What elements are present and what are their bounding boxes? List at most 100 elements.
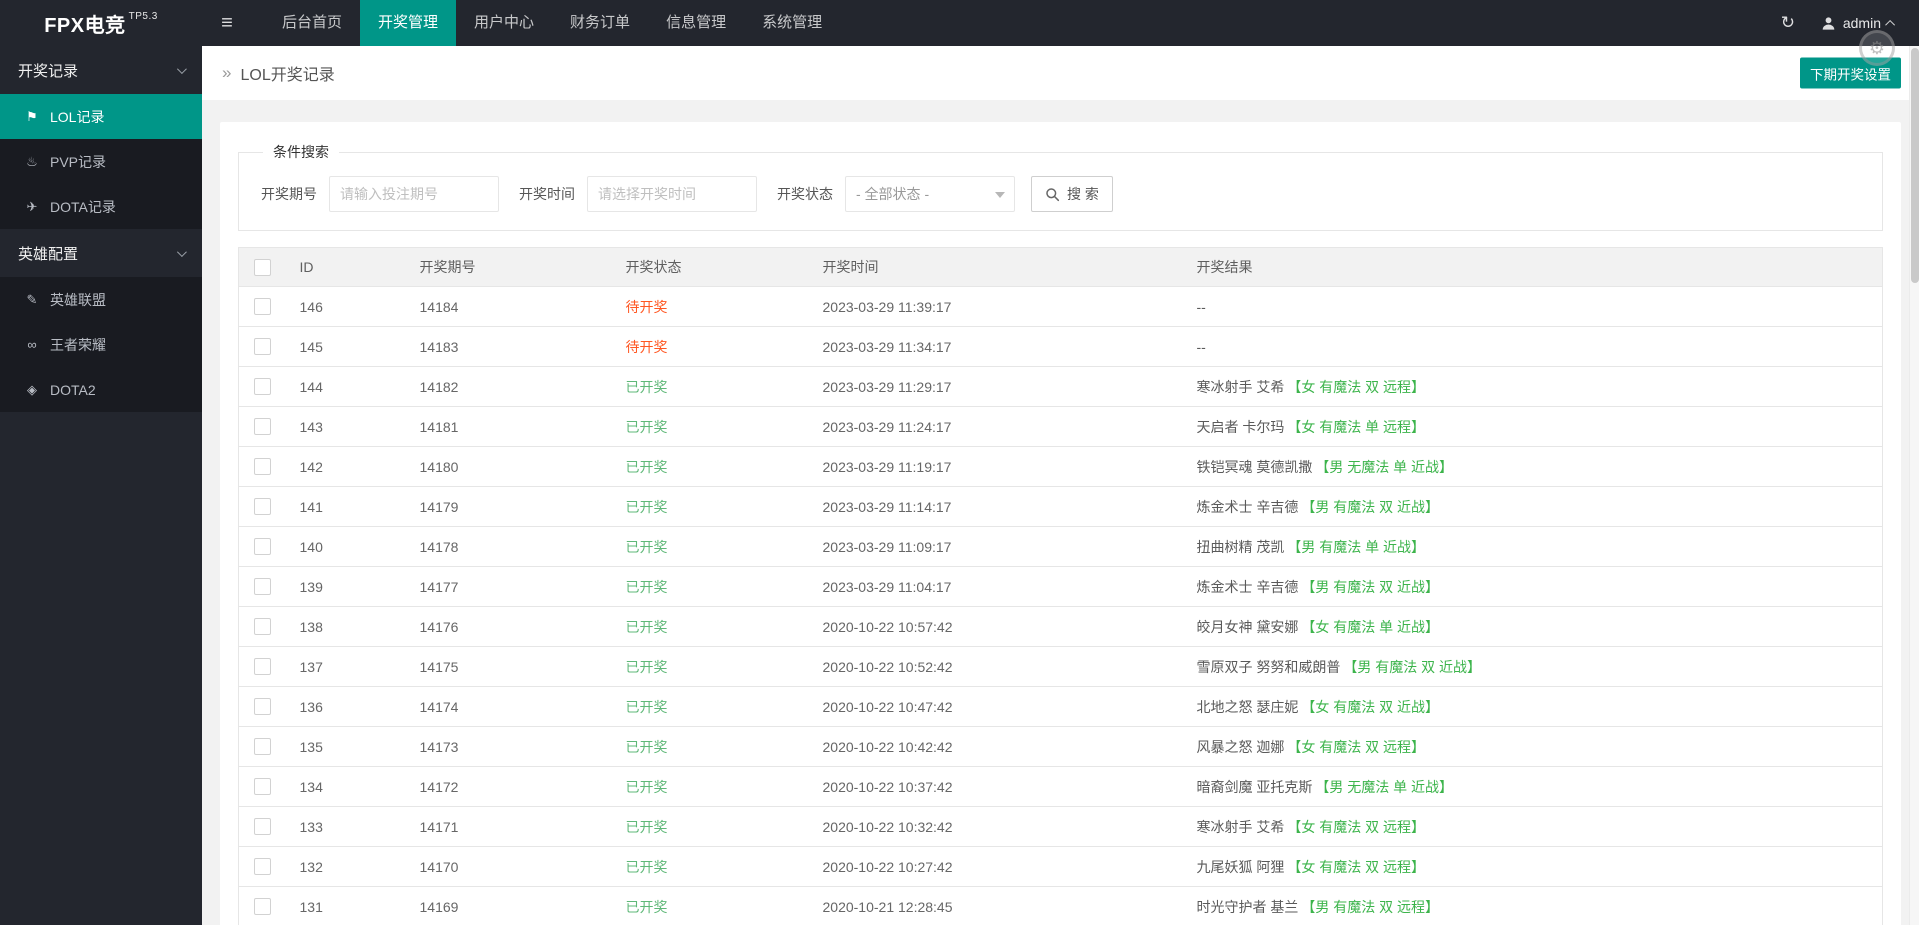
cell-status: 已开奖 [625, 618, 668, 635]
records-table: ID 开奖期号 开奖状态 开奖时间 开奖结果 146 14184 待开奖 202… [238, 247, 1883, 925]
result-name: 寒冰射手 艾希 [1196, 818, 1285, 835]
cell-issue: 14176 [406, 606, 613, 647]
cell-id: 138 [286, 606, 407, 647]
row-checkbox[interactable] [254, 698, 272, 716]
cell-time: 2020-10-22 10:47:42 [809, 686, 1184, 727]
cell-time: 2020-10-22 10:42:42 [809, 726, 1184, 767]
sidebar-item-label: 英雄联盟 [50, 291, 106, 308]
row-checkbox[interactable] [254, 858, 272, 876]
cell-time: 2020-10-22 10:52:42 [809, 646, 1184, 687]
search-panel: 条件搜索 开奖期号 开奖时间 开奖状态 - 全部状态 - [238, 142, 1883, 231]
cell-issue: 14180 [406, 446, 613, 487]
nav-item-system-management[interactable]: 系统管理 [744, 0, 840, 46]
nav-item-info-management[interactable]: 信息管理 [648, 0, 744, 46]
cell-result: 天启者 卡尔玛 【女 有魔法 单 远程】 [1183, 406, 1883, 447]
row-checkbox[interactable] [254, 418, 272, 436]
scrollbar-thumb[interactable] [1911, 48, 1919, 283]
infinity-icon: ∞ [27, 337, 37, 352]
result-name: 天启者 卡尔玛 [1196, 418, 1285, 435]
result-attr: 【女 有魔法 双 近战】 [1301, 698, 1440, 715]
table-row: 146 14184 待开奖 2023-03-29 11:39:17 -- [238, 286, 1883, 327]
result-attr: 【女 有魔法 双 远程】 [1287, 858, 1426, 875]
main-layout: 开奖记录 ⚑ LOL记录 ♨ PVP记录 ✈ DOTA记录 英雄配置 ✎ 英雄联… [0, 46, 1919, 925]
cell-issue: 14181 [406, 406, 613, 447]
row-checkbox[interactable] [254, 538, 272, 556]
row-checkbox[interactable] [254, 378, 272, 396]
sidebar-item-honor-of-kings[interactable]: ∞ 王者荣耀 [0, 322, 202, 367]
row-checkbox[interactable] [254, 498, 272, 516]
app-logo: FPX电竞 TP5.3 [0, 0, 202, 46]
cell-time: 2023-03-29 11:24:17 [809, 406, 1184, 447]
result-attr: 【男 有魔法 双 近战】 [1301, 498, 1440, 515]
result-attr: 【男 无魔法 单 近战】 [1315, 778, 1454, 795]
cell-issue: 14178 [406, 526, 613, 567]
sidebar-item-dota2[interactable]: ◈ DOTA2 [0, 367, 202, 412]
select-all-checkbox[interactable] [254, 258, 272, 276]
result-name: -- [1196, 298, 1206, 315]
row-checkbox[interactable] [254, 818, 272, 836]
search-form: 开奖期号 开奖时间 开奖状态 - 全部状态 - [255, 176, 1866, 212]
chevron-down-icon [176, 63, 187, 74]
nav-item-draw-management[interactable]: 开奖管理 [360, 0, 457, 46]
search-button[interactable]: 搜 索 [1031, 176, 1113, 212]
nav-item-finance-orders[interactable]: 财务订单 [552, 0, 648, 46]
row-checkbox[interactable] [254, 658, 272, 676]
sidebar-group-draw-records[interactable]: 开奖记录 [0, 46, 202, 94]
sidebar-group-hero-config[interactable]: 英雄配置 [0, 229, 202, 277]
cell-status: 已开奖 [625, 858, 668, 875]
cell-issue: 14169 [406, 886, 613, 925]
refresh-icon[interactable]: ↻ [1765, 0, 1811, 46]
header-result: 开奖结果 [1183, 247, 1883, 287]
table-row: 141 14179 已开奖 2023-03-29 11:14:17 炼金术士 辛… [238, 486, 1883, 527]
result-attr: 【男 有魔法 双 远程】 [1301, 898, 1440, 915]
row-checkbox[interactable] [254, 738, 272, 756]
page-title: LOL开奖记录 [240, 67, 335, 84]
cell-result: 时光守护者 基兰 【男 有魔法 双 远程】 [1183, 886, 1883, 925]
cell-id: 131 [286, 886, 407, 925]
app-window: FPX电竞 TP5.3 ≡ 后台首页 开奖管理 用户中心 财务订单 信息管理 系统… [0, 0, 1919, 925]
cell-issue: 14175 [406, 646, 613, 687]
cell-status: 已开奖 [625, 738, 668, 755]
sidebar-item-league-of-legends[interactable]: ✎ 英雄联盟 [0, 277, 202, 322]
cell-status: 已开奖 [625, 578, 668, 595]
navbar-spacer [840, 0, 1765, 46]
nav-item-user-center[interactable]: 用户中心 [456, 0, 552, 46]
cell-time: 2023-03-29 11:09:17 [809, 526, 1184, 567]
top-menu: 后台首页 开奖管理 用户中心 财务订单 信息管理 系统管理 [264, 0, 840, 46]
row-checkbox[interactable] [254, 618, 272, 636]
row-checkbox[interactable] [254, 298, 272, 316]
cell-result: 寒冰射手 艾希 【女 有魔法 双 远程】 [1183, 366, 1883, 407]
cell-result: 炼金术士 辛吉德 【男 有魔法 双 近战】 [1183, 566, 1883, 607]
result-attr: 【男 有魔法 双 近战】 [1301, 578, 1440, 595]
sidebar-item-lol-records[interactable]: ⚑ LOL记录 [0, 94, 202, 139]
issue-input[interactable] [329, 176, 499, 212]
search-button-label: 搜 索 [1067, 186, 1099, 202]
result-name: 暗裔剑魔 亚托克斯 [1196, 778, 1313, 795]
nav-item-home[interactable]: 后台首页 [264, 0, 360, 46]
breadcrumb-arrow-icon: » [222, 63, 232, 82]
cell-id: 136 [286, 686, 407, 727]
cell-issue: 14184 [406, 286, 613, 327]
sidebar-item-pvp-records[interactable]: ♨ PVP记录 [0, 139, 202, 184]
vertical-scrollbar[interactable] [1909, 46, 1919, 925]
row-checkbox[interactable] [254, 778, 272, 796]
row-checkbox[interactable] [254, 458, 272, 476]
sidebar-group-label: 英雄配置 [18, 245, 79, 263]
row-checkbox[interactable] [254, 578, 272, 596]
draw-time-input[interactable] [587, 176, 757, 212]
result-attr: 【女 有魔法 单 远程】 [1287, 418, 1426, 435]
sidebar-item-label: DOTA记录 [50, 198, 116, 215]
cell-status: 已开奖 [625, 458, 668, 475]
draw-status-select[interactable]: - 全部状态 - [845, 176, 1015, 212]
cell-time: 2020-10-22 10:27:42 [809, 846, 1184, 887]
plane-icon: ✈ [26, 198, 38, 214]
table-row: 142 14180 已开奖 2023-03-29 11:19:17 铁铠冥魂 莫… [238, 446, 1883, 487]
cell-status: 已开奖 [625, 418, 668, 435]
result-attr: 【男 有魔法 双 近战】 [1343, 658, 1482, 675]
row-checkbox[interactable] [254, 338, 272, 356]
menu-toggle-icon[interactable]: ≡ [202, 0, 252, 46]
sidebar-item-dota-records[interactable]: ✈ DOTA记录 [0, 184, 202, 229]
cell-status: 已开奖 [625, 898, 668, 915]
sidebar: 开奖记录 ⚑ LOL记录 ♨ PVP记录 ✈ DOTA记录 英雄配置 ✎ 英雄联… [0, 46, 202, 925]
row-checkbox[interactable] [254, 898, 272, 916]
